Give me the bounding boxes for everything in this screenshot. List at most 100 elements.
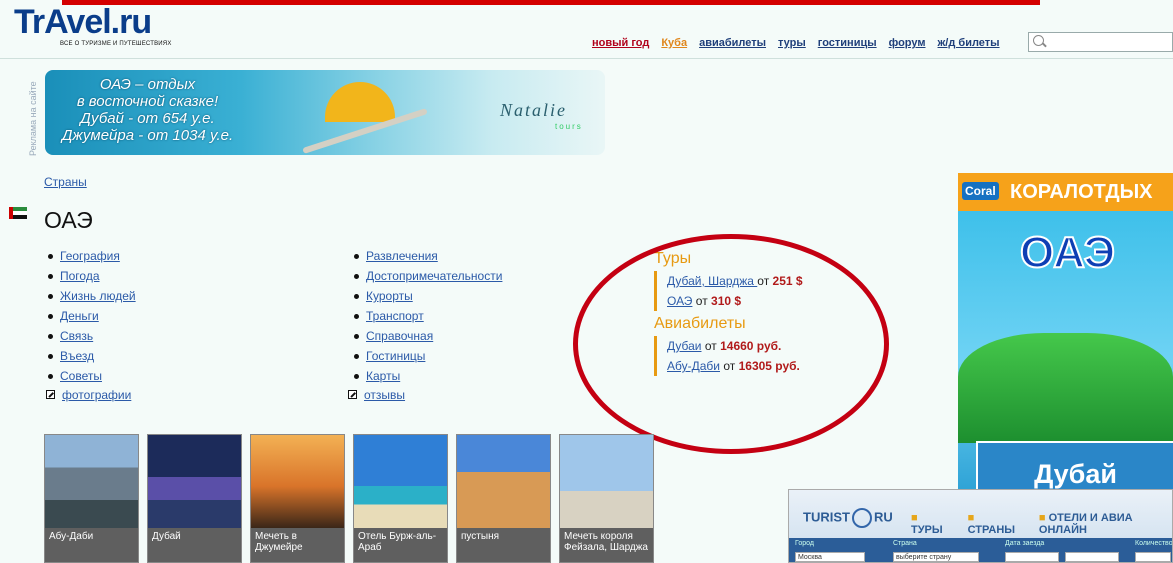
banner-brand-sub: tours	[555, 122, 583, 131]
coral-logo: Coral	[962, 182, 999, 200]
photo-tile[interactable]: пустыня	[456, 434, 551, 563]
top-nav: новый год Куба авиабилеты туры гостиницы…	[592, 37, 1000, 49]
info-list-1: География Погода Жизнь людей Деньги Связ…	[44, 246, 136, 386]
link-resorts[interactable]: Курорты	[366, 289, 413, 303]
banner-umbrella	[325, 82, 395, 122]
date-select[interactable]	[1005, 552, 1059, 562]
link-reference[interactable]: Справочная	[366, 329, 433, 343]
label-city: Город	[795, 540, 814, 547]
link-transport[interactable]: Транспорт	[366, 309, 424, 323]
link-reviews[interactable]: отзывы	[364, 388, 405, 402]
nav-flights[interactable]: авиабилеты	[699, 37, 766, 49]
link-geography[interactable]: География	[60, 249, 120, 263]
red-highlight-ellipse	[573, 234, 889, 454]
coral-dubai-button[interactable]: Дубай	[976, 441, 1173, 490]
link-tips[interactable]: Советы	[60, 369, 102, 383]
photo-tile[interactable]: Мечеть в Джумейре	[250, 434, 345, 563]
page-title: ОАЭ	[44, 207, 93, 233]
list-item: Справочная	[350, 326, 502, 346]
photo-tile[interactable]: Абу-Даби	[44, 434, 139, 563]
list-item: География	[44, 246, 136, 266]
ad-banner[interactable]: ОАЭ – отдых в восточной сказке! Дубай - …	[45, 70, 605, 155]
nav-hotels[interactable]: гостиницы	[818, 37, 877, 49]
list-item: Развлечения	[350, 246, 502, 266]
list-item: Курорты	[350, 286, 502, 306]
widget-tabs: ТУРЫ СТРАНЫ ОТЕЛИ И АВИА ОНЛАЙН	[911, 512, 1172, 536]
link-communication[interactable]: Связь	[60, 329, 93, 343]
photo-image	[354, 435, 447, 528]
coral-ad[interactable]: Coral КОРАЛОТДЫХ ОАЭ Дубай	[958, 173, 1173, 490]
nav-new-year[interactable]: новый год	[592, 37, 649, 49]
list-item: Погода	[44, 266, 136, 286]
link-weather[interactable]: Погода	[60, 269, 100, 283]
country-select[interactable]: выберите страну	[893, 552, 979, 562]
nav-cuba[interactable]: Куба	[661, 37, 687, 49]
link-hotels[interactable]: Гостиницы	[366, 349, 425, 363]
list-item: Связь	[44, 326, 136, 346]
external-link-icon	[348, 390, 357, 399]
site-logo[interactable]: TrAvel.ru	[14, 2, 152, 42]
list-item: Транспорт	[350, 306, 502, 326]
top-red-bar	[62, 0, 1040, 5]
site-tagline: ВСЕ О ТУРИЗМЕ И ПУТЕШЕСТВИЯХ	[60, 41, 172, 47]
widget-form: Город Страна Дата заезда Количество Моск…	[789, 538, 1173, 562]
photo-caption: Дубай	[148, 528, 241, 562]
photo-caption: Мечеть в Джумейре	[251, 528, 344, 562]
date-select-2[interactable]	[1065, 552, 1119, 562]
photo-image	[45, 435, 138, 528]
uae-flag-icon	[9, 207, 27, 219]
palm-icon	[851, 508, 872, 528]
photo-tile[interactable]: Отель Бурж-аль-Араб	[353, 434, 448, 563]
list-item: Советы	[44, 366, 136, 386]
list-item: Деньги	[44, 306, 136, 326]
turist-widget: TURISTRU ТУРЫ СТРАНЫ ОТЕЛИ И АВИА ОНЛАЙН…	[788, 489, 1173, 563]
link-photos[interactable]: фотографии	[62, 388, 131, 402]
link-sights[interactable]: Достопримечательности	[366, 269, 502, 283]
banner-brand-logo: Natalie	[500, 100, 567, 120]
photo-caption: пустыня	[457, 528, 550, 562]
search-input[interactable]	[1028, 32, 1173, 52]
nav-forum[interactable]: форум	[889, 37, 926, 49]
external-link-icon	[46, 390, 55, 399]
list-item: Достопримечательности	[350, 266, 502, 286]
link-entry[interactable]: Въезд	[60, 349, 94, 363]
list-item: Въезд	[44, 346, 136, 366]
nav-train-tickets[interactable]: ж/д билеты	[938, 37, 1000, 49]
photo-image	[457, 435, 550, 528]
search-icon	[1033, 35, 1044, 46]
tab-hotels-flights[interactable]: ОТЕЛИ И АВИА ОНЛАЙН	[1039, 512, 1172, 536]
widget-header: TURISTRU ТУРЫ СТРАНЫ ОТЕЛИ И АВИА ОНЛАЙН	[789, 490, 1172, 538]
header-divider	[0, 58, 1173, 59]
label-date: Дата заезда	[1005, 540, 1045, 547]
label-country: Страна	[893, 540, 917, 547]
breadcrumb[interactable]: Страны	[44, 175, 87, 189]
count-select[interactable]	[1135, 552, 1171, 562]
photo-caption: Мечеть короля Фейзала, Шарджа	[560, 528, 653, 562]
tab-countries[interactable]: СТРАНЫ	[968, 512, 1021, 536]
photo-image	[560, 435, 653, 528]
photo-image	[251, 435, 344, 528]
tab-tours[interactable]: ТУРЫ	[911, 512, 950, 536]
nav-tours[interactable]: туры	[778, 37, 806, 49]
list-item: Гостиницы	[350, 346, 502, 366]
photo-tile[interactable]: Мечеть короля Фейзала, Шарджа	[559, 434, 654, 563]
coral-palms-image	[958, 333, 1173, 443]
label-count: Количество	[1135, 540, 1173, 547]
list-item: Карты	[350, 366, 502, 386]
link-money[interactable]: Деньги	[60, 309, 99, 323]
link-entertainment[interactable]: Развлечения	[366, 249, 438, 263]
link-maps[interactable]: Карты	[366, 369, 400, 383]
list-item: Жизнь людей	[44, 286, 136, 306]
banner-text: ОАЭ – отдых в восточной сказке! Дубай - …	[61, 76, 234, 144]
city-select[interactable]: Москва	[795, 552, 865, 562]
coral-country: ОАЭ	[1019, 227, 1116, 278]
photo-caption: Отель Бурж-аль-Араб	[354, 528, 447, 562]
photo-image	[148, 435, 241, 528]
reviews-link-row: отзывы	[346, 385, 405, 405]
photos-link-row: фотографии	[44, 385, 131, 405]
info-list-2: Развлечения Достопримечательности Курорт…	[350, 246, 502, 386]
photo-caption: Абу-Даби	[45, 528, 138, 562]
link-life[interactable]: Жизнь людей	[60, 289, 136, 303]
turist-logo[interactable]: TURIST RU	[803, 508, 893, 528]
photo-tile[interactable]: Дубай	[147, 434, 242, 563]
